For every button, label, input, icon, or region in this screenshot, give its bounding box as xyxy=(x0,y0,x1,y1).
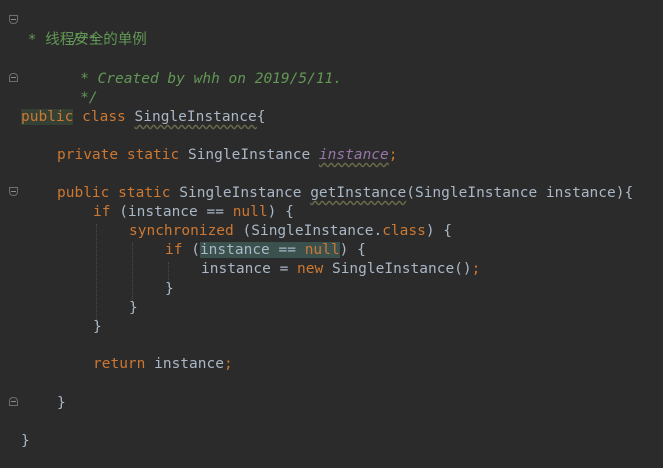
comment-line-close: */ xyxy=(19,70,97,106)
constructor-call: SingleInstance() xyxy=(323,261,472,277)
close-brace-if-inner: } xyxy=(165,280,174,299)
keyword-private: private xyxy=(57,147,119,163)
condition-close: ) { xyxy=(267,204,294,220)
semicolon: ; xyxy=(223,356,233,372)
method-name: getInstance xyxy=(310,185,407,201)
close-brace-class: } xyxy=(21,432,30,451)
condition-highlighted: instance == xyxy=(199,242,305,258)
sync-arg: (SingleInstance. xyxy=(242,223,383,239)
keyword-return: return xyxy=(93,356,146,372)
comment-description: 线程安全的单例 xyxy=(45,32,147,48)
semicolon: ; xyxy=(471,261,481,277)
condition: (instance == xyxy=(119,204,233,220)
indent-guide xyxy=(96,224,97,324)
keyword-public: public xyxy=(21,109,74,125)
field-type: SingleInstance xyxy=(187,147,311,163)
keyword-static: static xyxy=(126,147,180,163)
comment-line-desc: * 线程安全的单例 xyxy=(19,31,147,50)
close-brace-sync: } xyxy=(129,299,138,318)
method-declaration-line: public static SingleInstance getInstance… xyxy=(57,184,633,203)
fold-method-icon[interactable] xyxy=(9,187,18,196)
keyword-new: new xyxy=(297,261,324,277)
comment-line-created: * Created by whh on 2019/5/11. xyxy=(19,51,342,87)
comment-created: * Created by whh on 2019/5/11. xyxy=(71,71,343,87)
close-brace-method: } xyxy=(57,394,66,413)
keyword-class: class xyxy=(382,223,426,239)
brace-close: } xyxy=(21,433,30,449)
comment-close: */ xyxy=(71,90,98,106)
brace-close: } xyxy=(93,319,102,335)
method-params: (SingleInstance instance) xyxy=(406,185,625,201)
return-type: SingleInstance xyxy=(179,185,302,201)
editor-gutter xyxy=(0,0,20,468)
indent-guide xyxy=(132,243,133,305)
keyword-public: public xyxy=(57,185,110,201)
condition-close: ) { xyxy=(339,242,366,258)
keyword-null: null xyxy=(304,242,340,258)
brace-close: } xyxy=(57,395,66,411)
class-name: SingleInstance xyxy=(134,109,257,125)
keyword-null: null xyxy=(232,204,268,220)
code-editor[interactable]: /** * 线程安全的单例 * Created by whh on 2019/5… xyxy=(0,0,663,468)
brace-open: { xyxy=(624,185,634,201)
keyword-class: class xyxy=(82,109,126,125)
keyword-static: static xyxy=(118,185,171,201)
unfold-comment-icon[interactable] xyxy=(9,73,18,82)
comment-prefix: * xyxy=(19,32,46,48)
keyword-synchronized: synchronized xyxy=(129,223,234,239)
class-declaration-line: public class SingleInstance{ xyxy=(21,108,265,127)
unfold-method-icon[interactable] xyxy=(9,397,18,406)
brace-open: { xyxy=(256,109,266,125)
field-name: instance xyxy=(318,147,389,163)
keyword-if: if xyxy=(93,204,111,220)
semicolon: ; xyxy=(388,147,398,163)
keyword-if: if xyxy=(165,242,183,258)
assign-target: instance = xyxy=(201,261,298,277)
close-brace-if-outer: } xyxy=(93,318,102,337)
comment-line-open: /** xyxy=(19,12,97,48)
assignment-line: instance = new SingleInstance(); xyxy=(201,260,480,279)
field-declaration-line: private static SingleInstance instance; xyxy=(57,146,398,165)
if-outer-line: if (instance == null) { xyxy=(93,203,294,222)
synchronized-line: synchronized (SingleInstance.class) { xyxy=(129,222,452,241)
brace-close: } xyxy=(129,300,138,316)
fold-comment-icon[interactable] xyxy=(9,15,18,24)
paren-open: ( xyxy=(191,242,200,258)
return-value: instance xyxy=(145,356,224,372)
sync-arg-close: ) { xyxy=(425,223,453,239)
return-line: return instance; xyxy=(93,355,233,374)
brace-close: } xyxy=(165,281,174,297)
if-inner-line: if (instance == null) { xyxy=(165,241,366,260)
